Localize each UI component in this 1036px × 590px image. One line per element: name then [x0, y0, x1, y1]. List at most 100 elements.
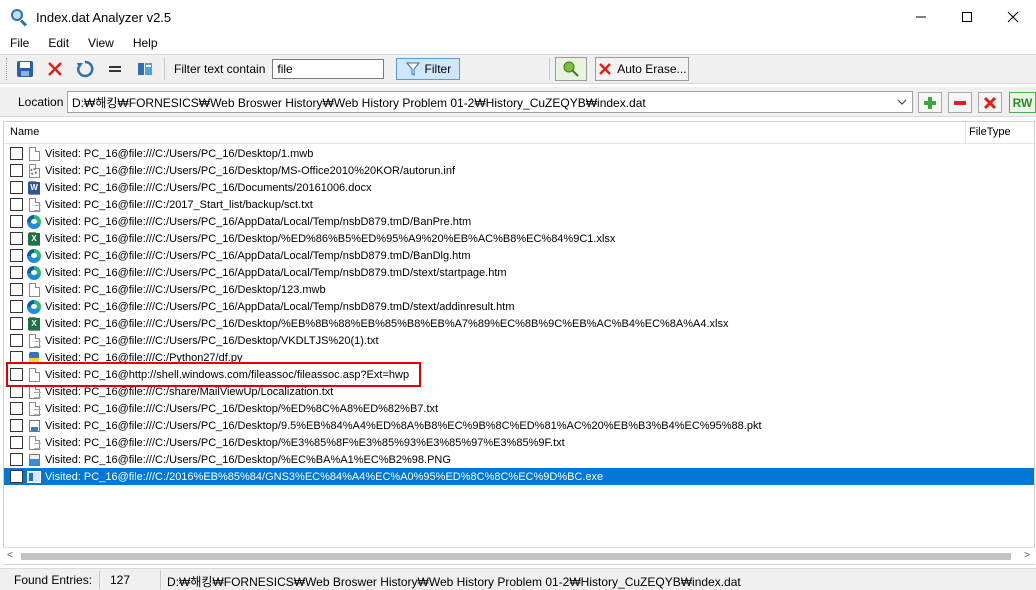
row-text: Visited: PC_16@file:///C:/Users/PC_16/Ap… — [45, 249, 471, 262]
list-row[interactable]: Visited: PC_16@file:///C:/Users/PC_16/De… — [4, 281, 1034, 298]
row-checkbox[interactable] — [10, 334, 23, 347]
row-checkbox[interactable] — [10, 181, 23, 194]
column-divider[interactable] — [965, 122, 966, 144]
row-text: Visited: PC_16@file:///C:/2017_Start_lis… — [45, 198, 313, 211]
plus-icon — [924, 96, 936, 109]
text-file-icon — [27, 401, 41, 417]
document-icon — [27, 146, 41, 162]
close-button[interactable] — [990, 0, 1036, 34]
list-row[interactable]: Visited: PC_16@file:///C:/Users/PC_16/De… — [4, 400, 1034, 417]
row-checkbox[interactable] — [10, 419, 23, 432]
status-path: D:₩해킹₩FORNESICS₩Web Broswer History₩Web … — [167, 575, 741, 589]
magnifier-app-icon — [10, 8, 28, 27]
menu-help[interactable]: Help — [123, 36, 167, 50]
row-checkbox[interactable] — [10, 232, 23, 245]
menu-edit[interactable]: Edit — [38, 36, 78, 50]
list-row[interactable]: Visited: PC_16@file:///C:/Users/PC_16/De… — [4, 417, 1034, 434]
filter-text-input[interactable] — [272, 59, 385, 79]
row-checkbox[interactable] — [10, 164, 23, 177]
row-text: Visited: PC_16@file:///C:/Users/PC_16/De… — [45, 436, 565, 449]
entries-list[interactable]: Name FileType Visited: PC_16@file:///C:/… — [3, 121, 1035, 565]
remove-location-button[interactable] — [948, 92, 972, 113]
list-row[interactable]: Visited: PC_16@file:///C:/Users/PC_16/De… — [4, 332, 1034, 349]
row-checkbox[interactable] — [10, 436, 23, 449]
row-checkbox[interactable] — [10, 470, 23, 483]
list-row[interactable]: Visited: PC_16@file:///C:/share/MailView… — [4, 383, 1034, 400]
list-row[interactable]: X Visited: PC_16@file:///C:/Users/PC_16/D… — [4, 315, 1034, 332]
auto-erase-button[interactable]: Auto Erase... — [595, 57, 690, 81]
menu-view[interactable]: View — [78, 36, 123, 50]
rw-button[interactable]: RW — [1009, 92, 1036, 113]
text-file-icon — [27, 435, 41, 451]
delete-x-icon — [983, 96, 997, 109]
location-combobox[interactable]: D:₩해킹₩FORNESICS₩Web Broswer History₩Web … — [67, 91, 913, 113]
status-separator — [99, 571, 100, 589]
list-row[interactable]: Visited: PC_16@file:///C:/Python27/df.py — [4, 349, 1034, 366]
column-header-name[interactable]: Name — [10, 126, 39, 138]
refresh-button[interactable] — [71, 57, 99, 81]
delete-location-button[interactable] — [978, 92, 1002, 113]
scroll-left-arrow[interactable]: < — [7, 550, 13, 561]
document-icon — [27, 367, 41, 383]
filter-button[interactable]: Filter — [396, 58, 461, 80]
found-entries-label: Found Entries: — [14, 573, 93, 587]
maximize-icon — [962, 12, 972, 22]
row-checkbox[interactable] — [10, 283, 23, 296]
location-path: D:₩해킹₩FORNESICS₩Web Broswer History₩Web … — [72, 95, 646, 110]
equal-button[interactable] — [101, 57, 129, 81]
list-row[interactable]: X Visited: PC_16@file:///C:/Users/PC_16/D… — [4, 230, 1034, 247]
scroll-thumb[interactable] — [21, 553, 1011, 560]
list-row[interactable]: Visited: PC_16@file:///C:/Users/PC_16/De… — [4, 145, 1034, 162]
delete-button[interactable] — [41, 57, 69, 81]
row-text: Visited: PC_16@file:///C:/Users/PC_16/De… — [45, 334, 379, 347]
menu-file[interactable]: File — [0, 36, 38, 50]
row-checkbox[interactable] — [10, 266, 23, 279]
row-text: Visited: PC_16@file:///C:/Users/PC_16/De… — [45, 402, 439, 415]
packet-file-icon — [27, 418, 41, 434]
row-checkbox[interactable] — [10, 147, 23, 160]
properties-button[interactable] — [131, 57, 159, 81]
check-button[interactable] — [555, 57, 588, 81]
row-text: Visited: PC_16@file:///C:/2016%EB%85%84/… — [45, 470, 604, 483]
horizontal-scrollbar[interactable]: < > — [3, 547, 1035, 564]
chevron-down-icon[interactable] — [895, 95, 909, 109]
row-checkbox[interactable] — [10, 351, 23, 364]
toolbar-separator — [549, 58, 551, 80]
list-row[interactable]: Visited: PC_16@file:///C:/Users/PC_16/De… — [4, 434, 1034, 451]
list-header: Name FileType — [4, 122, 1034, 144]
minimize-button[interactable] — [898, 0, 944, 34]
row-checkbox[interactable] — [10, 249, 23, 262]
list-row[interactable]: Visited: PC_16@file:///C:/2016%EB%85%84/… — [4, 468, 1034, 485]
save-button[interactable] — [11, 57, 39, 81]
list-row[interactable]: Visited: PC_16@file:///C:/Users/PC_16/Ap… — [4, 264, 1034, 281]
list-row[interactable]: Visited: PC_16@file:///C:/Users/PC_16/De… — [4, 451, 1034, 468]
title-bar: Index.dat Analyzer v2.5 — [0, 0, 1036, 34]
found-entries-count: 127 — [110, 573, 131, 587]
add-location-button[interactable] — [918, 92, 942, 113]
edge-icon — [27, 299, 41, 315]
row-checkbox[interactable] — [10, 385, 23, 398]
row-checkbox[interactable] — [10, 402, 23, 415]
list-row[interactable]: Visited: PC_16@file:///C:/Users/PC_16/De… — [4, 162, 1034, 179]
row-checkbox[interactable] — [10, 198, 23, 211]
row-text: Visited: PC_16@file:///C:/share/MailView… — [45, 385, 334, 398]
list-row[interactable]: Visited: PC_16@file:///C:/Users/PC_16/Ap… — [4, 213, 1034, 230]
maximize-button[interactable] — [944, 0, 990, 34]
scroll-right-arrow[interactable]: > — [1024, 550, 1030, 561]
row-checkbox[interactable] — [10, 368, 23, 381]
settings-file-icon — [27, 163, 41, 179]
list-row[interactable]: W Visited: PC_16@file:///C:/Users/PC_16/D… — [4, 179, 1034, 196]
row-checkbox[interactable] — [10, 215, 23, 228]
list-row[interactable]: Visited: PC_16@file:///C:/Users/PC_16/Ap… — [4, 298, 1034, 315]
row-checkbox[interactable] — [10, 317, 23, 330]
column-header-filetype[interactable]: FileType — [969, 126, 1011, 138]
delete-x-icon — [48, 62, 62, 76]
row-text: Visited: PC_16@file:///C:/Users/PC_16/De… — [45, 419, 762, 432]
list-row[interactable]: Visited: PC_16@file:///C:/2017_Start_lis… — [4, 196, 1034, 213]
row-checkbox[interactable] — [10, 300, 23, 313]
row-checkbox[interactable] — [10, 453, 23, 466]
list-row[interactable]: Visited: PC_16@http://shell.windows.com/… — [4, 366, 1034, 383]
python-icon — [27, 350, 41, 366]
row-text: Visited: PC_16@http://shell.windows.com/… — [45, 368, 410, 381]
list-row[interactable]: Visited: PC_16@file:///C:/Users/PC_16/Ap… — [4, 247, 1034, 264]
